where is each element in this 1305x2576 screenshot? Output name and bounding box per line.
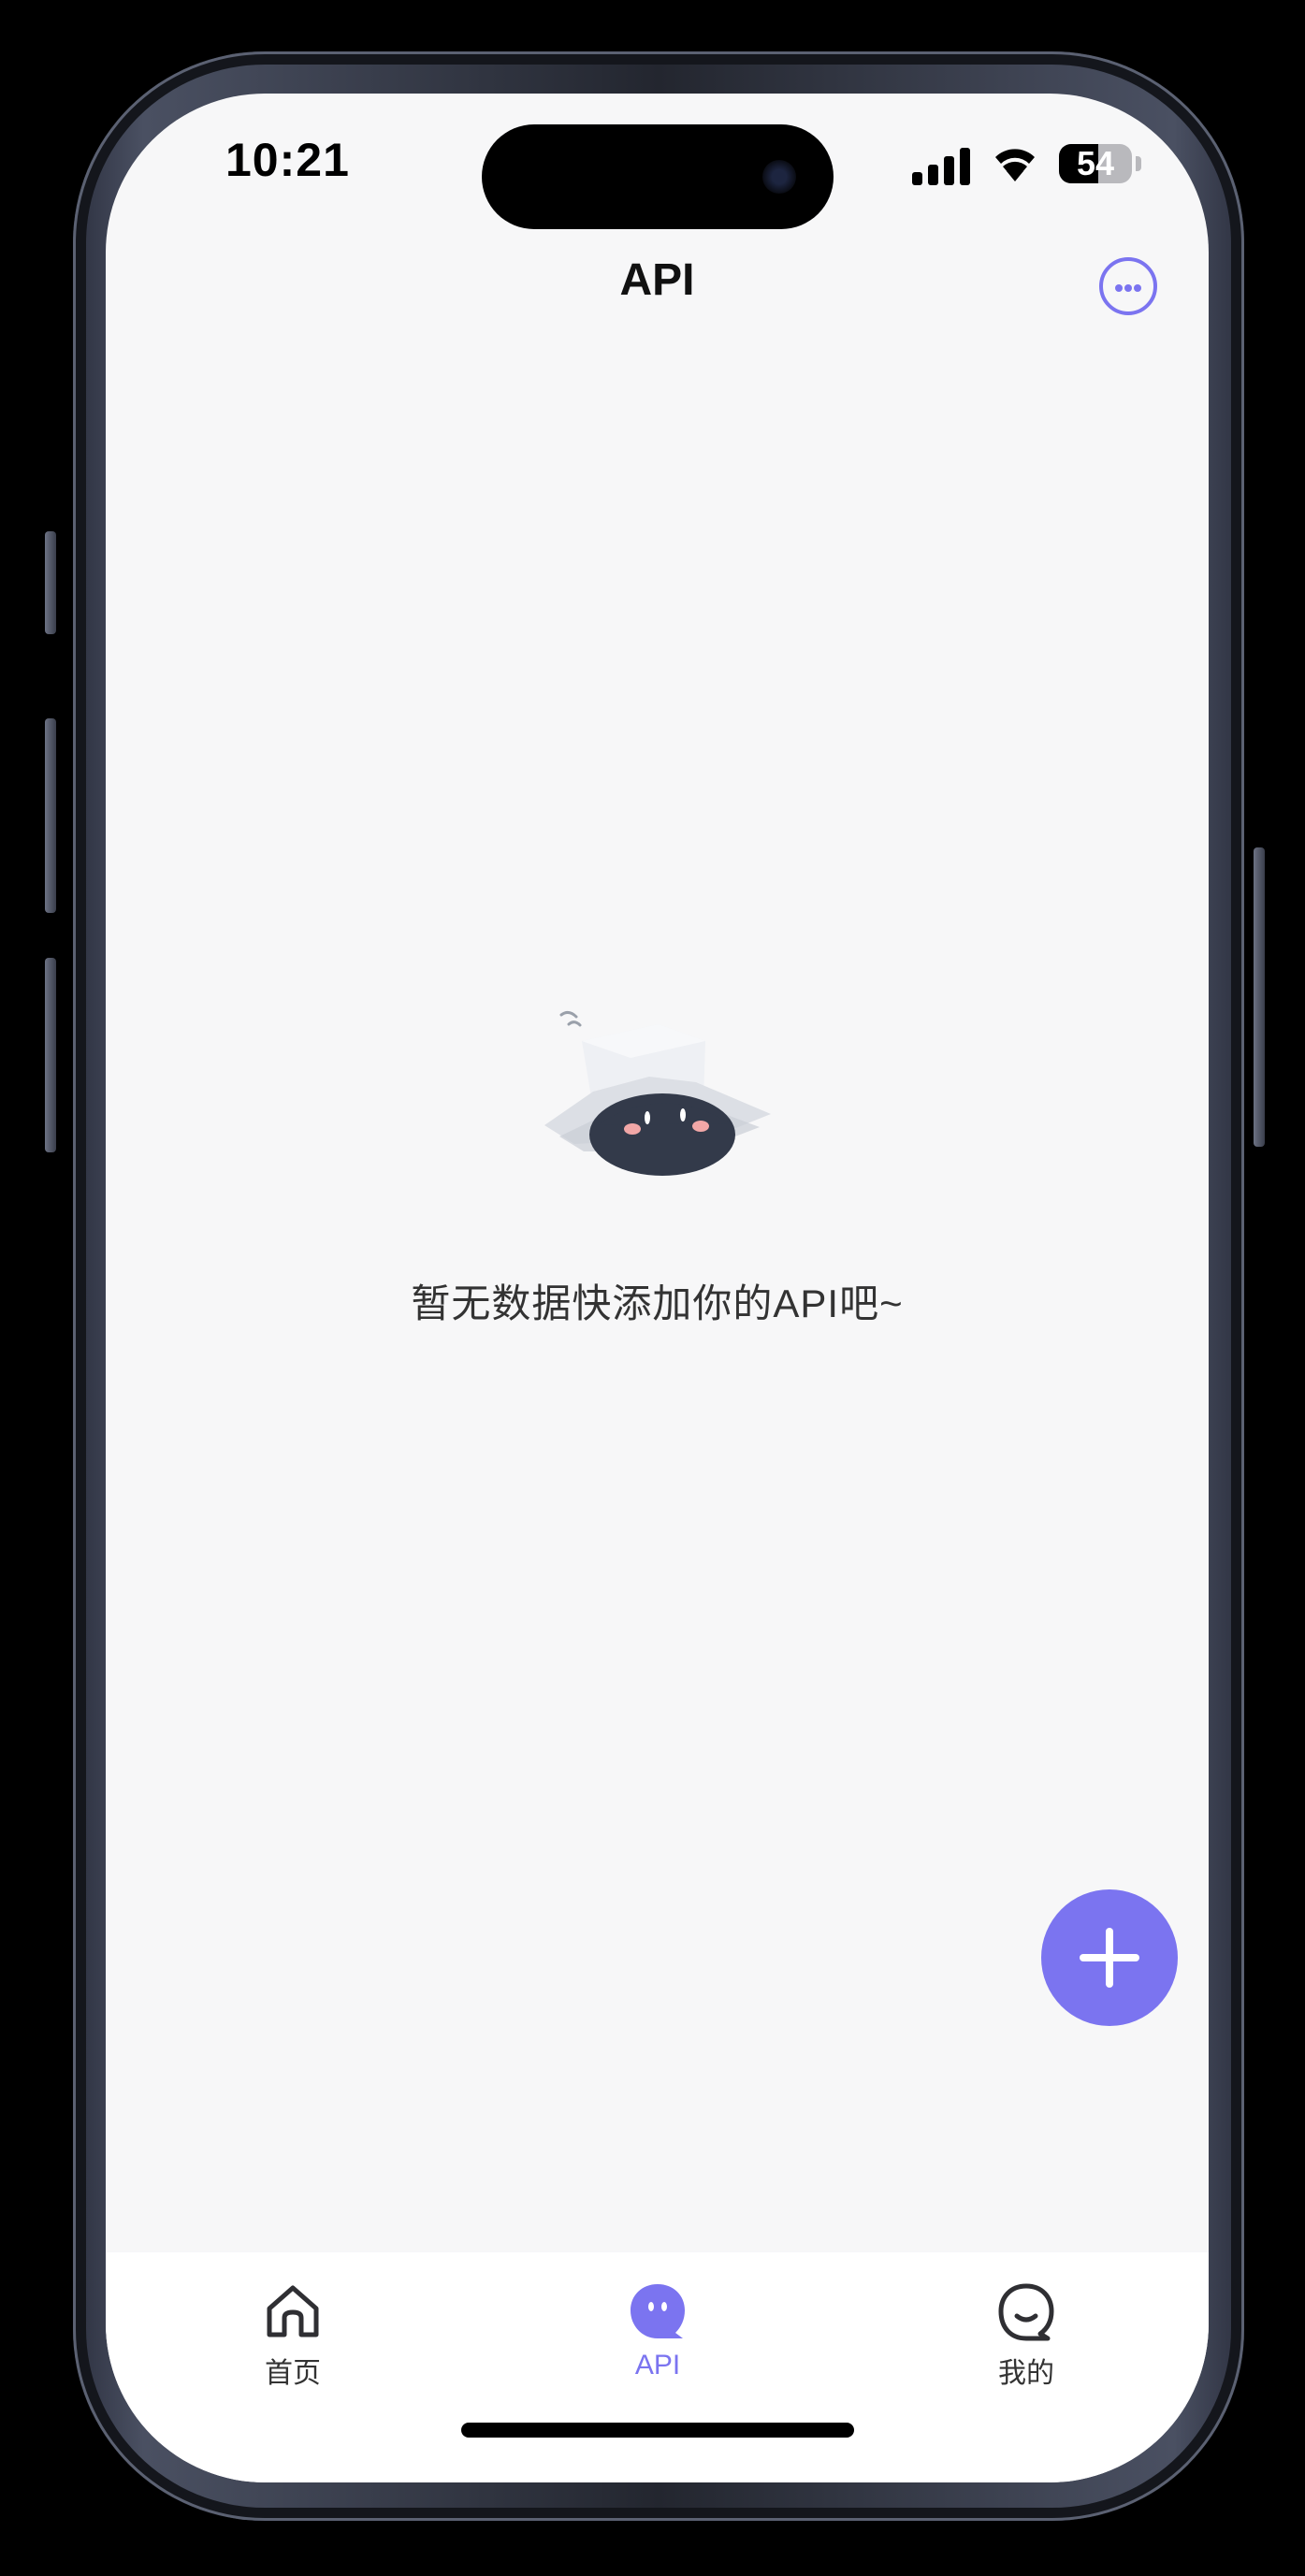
camera-icon	[762, 160, 796, 194]
home-indicator[interactable]	[461, 2423, 854, 2438]
volume-down-button	[45, 958, 56, 1152]
tab-home[interactable]: 首页	[190, 2280, 396, 2391]
action-button	[45, 531, 56, 634]
tab-mine-label: 我的	[998, 2358, 1054, 2389]
cellular-signal-icon	[912, 148, 970, 185]
more-dot	[1124, 284, 1132, 292]
tab-bar: 首页 API 我的	[106, 2252, 1209, 2482]
battery-level: 54	[1076, 144, 1115, 182]
add-api-button[interactable]	[1041, 1889, 1178, 2026]
status-time: 10:21	[225, 134, 350, 186]
volume-up-button	[45, 718, 56, 913]
battery-tip	[1136, 156, 1141, 171]
dynamic-island	[482, 124, 834, 229]
tab-api-label: API	[634, 2350, 681, 2381]
status-bar: 10:21 54	[106, 94, 1209, 229]
empty-state-message: 暂无数据快添加你的API吧~	[411, 1281, 904, 1325]
more-dot	[1134, 284, 1141, 292]
power-button	[1254, 847, 1265, 1147]
wifi-icon	[995, 149, 1035, 181]
house-icon	[267, 2285, 319, 2337]
tab-api[interactable]: API	[555, 2280, 761, 2381]
battery-icon: 54	[1059, 144, 1132, 183]
page-title: API	[619, 255, 695, 305]
more-button[interactable]	[1099, 257, 1157, 315]
empty-box-creature-illustration	[544, 1010, 771, 1176]
tab-home-label: 首页	[265, 2358, 321, 2389]
more-horizontal-icon	[1115, 284, 1123, 292]
app-screen: 10:21 54 API 暂无数据快添加你的API吧~ 首页 API 我的	[106, 94, 1209, 2482]
smiley-face-icon	[998, 2283, 1054, 2341]
chat-bubble-icon	[631, 2284, 685, 2338]
tab-mine[interactable]: 我的	[923, 2280, 1129, 2391]
